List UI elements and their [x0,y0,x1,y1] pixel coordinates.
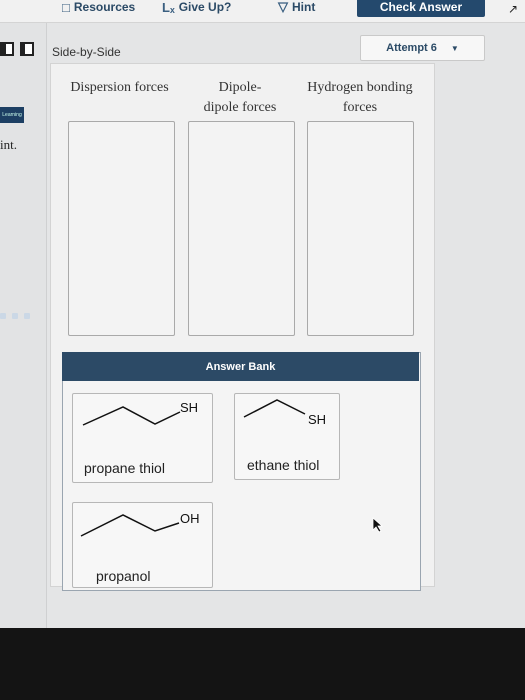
answer-card-propane-thiol[interactable]: SH propane thiol [72,393,213,483]
hydroxyl-group-label: OH [180,511,200,526]
lightbulb-icon: ▽ [278,0,288,14]
answer-card-propanol[interactable]: OH propanol [72,502,213,588]
question-text-fragment: int. [0,137,17,152]
give-up-label: Give Up? [178,0,232,14]
question-sidebar: Learning int. [0,23,47,628]
card-label: propane thiol [84,460,165,476]
resources-icon: □ [62,0,70,15]
thiol-group-label: SH [180,400,199,415]
expand-icon[interactable]: ↗ [508,2,518,16]
top-toolbar: □ Resources Lₓ Give Up? ▽ Hint Check Ans… [0,0,525,23]
card-label: propanol [96,568,151,584]
drop-bin-dipole[interactable] [188,121,295,336]
hint-label: Hint [292,0,316,14]
caret-down-icon: ▼ [450,43,459,53]
category-title-dispersion: Dispersion forces [70,80,169,95]
resources-label: Resources [73,0,136,14]
view-mode-label: Side-by-Side [52,45,121,59]
device-bezel [0,628,525,700]
answer-card-ethane-thiol[interactable]: SH ethane thiol [234,393,340,480]
side-by-side-icon[interactable] [0,42,14,56]
single-view-icon[interactable] [20,42,34,56]
card-label: ethane thiol [247,457,320,473]
learning-badge: Learning [0,107,24,123]
resources-button[interactable]: □ Resources [62,0,136,15]
mouse-cursor-icon [372,517,384,533]
view-toggle [0,42,34,56]
hint-button[interactable]: ▽ Hint [278,0,315,14]
attempt-label: Attempt 6 [386,42,437,54]
give-up-button[interactable]: Lₓ Give Up? [162,0,232,15]
faint-markers [0,313,46,321]
app-screen: □ Resources Lₓ Give Up? ▽ Hint Check Ans… [0,0,525,628]
drop-bin-hydrogen[interactable] [307,121,414,336]
category-title-hydrogen: Hydrogen bonding forces [307,80,413,115]
answer-bank-header: Answer Bank [62,352,419,381]
thiol-group-label: SH [308,412,327,427]
drop-bin-dispersion[interactable] [68,121,175,336]
lx-icon: Lₓ [162,0,175,15]
attempt-dropdown[interactable]: Attempt 6 ▼ [360,35,485,61]
check-answer-button[interactable]: Check Answer [357,0,485,17]
category-title-dipole: Dipole- dipole forces [203,80,277,115]
